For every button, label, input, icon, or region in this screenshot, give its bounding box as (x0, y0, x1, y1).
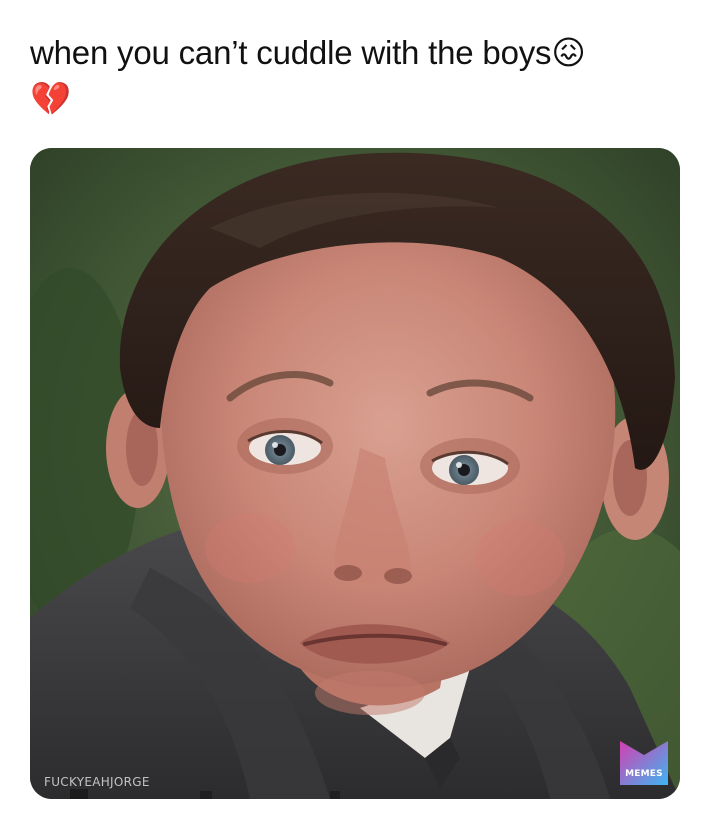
watermark-text: FUCKYEAHJORGE (44, 775, 150, 789)
broken-heart-emoji-icon: 💔 (30, 79, 71, 118)
meme-image: FUCKYEAHJORGE MEMES (30, 148, 680, 799)
memes-logo: MEMES (620, 741, 668, 785)
caption-text: when you can’t cuddle with the boys (30, 34, 552, 71)
crying-boy-photo (30, 148, 680, 799)
post-caption: when you can’t cuddle with the boys😖 💔 (30, 30, 680, 122)
memes-logo-label: MEMES (625, 769, 663, 779)
confounded-face-emoji-icon: 😖 (551, 33, 586, 72)
